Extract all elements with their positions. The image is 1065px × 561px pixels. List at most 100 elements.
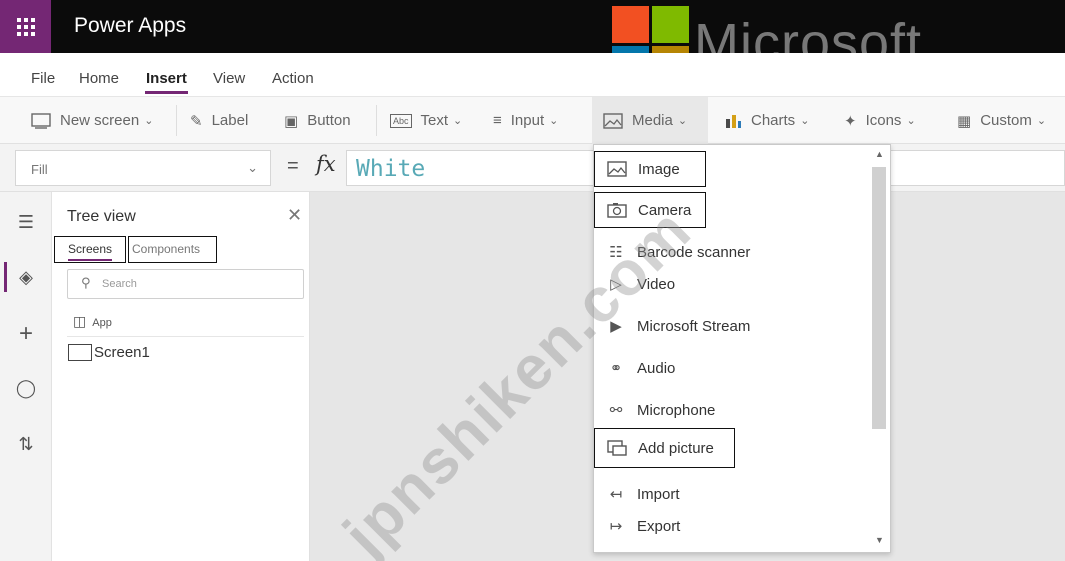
new-screen-icon: [31, 112, 51, 129]
menu-home[interactable]: Home: [79, 70, 119, 87]
logo-square-green: [652, 6, 689, 43]
screen-icon: [68, 344, 92, 361]
charts-button[interactable]: Charts ⌄: [724, 97, 809, 144]
equals-sign: =: [287, 155, 299, 177]
tree-divider: [67, 336, 304, 337]
camera-icon: [607, 203, 627, 218]
advanced-tools-icon[interactable]: ⇅: [0, 434, 52, 455]
button-label: Button: [307, 112, 351, 129]
media-item-microsoft-stream[interactable]: ▶ Microsoft Stream: [594, 308, 872, 344]
search-placeholder: Search: [102, 278, 137, 290]
chevron-down-icon: ⌄: [906, 115, 916, 127]
chevron-down-icon: ⌄: [144, 115, 154, 127]
media-item-label: Add picture: [638, 439, 714, 457]
data-cylinder-icon[interactable]: ◯: [0, 378, 52, 399]
search-icon: ⚲: [81, 275, 91, 290]
media-item-label: Video: [637, 275, 676, 293]
media-item-label: Export: [637, 517, 681, 535]
menu-view[interactable]: View: [213, 70, 245, 87]
media-item-import[interactable]: ↤ Import: [594, 476, 872, 512]
icons-gallery-icon: ✦: [844, 112, 857, 130]
tree-view-panel: Tree view ✕ Screens Components ⚲ Search …: [52, 192, 310, 561]
tree-app-label: App: [92, 317, 112, 329]
fx-icon: fx: [316, 152, 336, 176]
text-label: Text: [420, 112, 449, 129]
input-label: Input: [510, 112, 545, 129]
scroll-up-icon[interactable]: ▲: [875, 149, 884, 159]
media-item-add-picture[interactable]: Add picture: [594, 428, 735, 468]
input-button[interactable]: ≡ Input ⌄: [493, 97, 558, 144]
media-item-barcode-scanner[interactable]: ☷ Barcode scanner: [594, 234, 872, 270]
custom-component-icon: ▦: [957, 112, 972, 130]
tab-components[interactable]: Components: [128, 236, 217, 263]
microphone-icon: ⚯: [609, 402, 623, 419]
media-item-image[interactable]: Image: [594, 151, 706, 187]
media-item-label: Barcode scanner: [637, 243, 751, 261]
stream-icon: ▶: [610, 318, 622, 335]
insert-plus-icon[interactable]: +: [0, 320, 52, 348]
property-value: Fill: [31, 162, 48, 177]
media-item-label: Import: [637, 485, 680, 503]
image-icon: [607, 161, 627, 177]
menu-bar: File Home Insert View Action: [0, 53, 1065, 97]
button-cursor-icon: ▣: [284, 112, 299, 130]
label-label: Label: [211, 112, 249, 129]
new-screen-label: New screen: [60, 112, 140, 129]
add-picture-icon: [607, 440, 627, 456]
dropdown-scrollbar-thumb[interactable]: [872, 167, 886, 429]
close-icon[interactable]: ✕: [287, 205, 302, 226]
headphones-icon: ⚭: [609, 360, 623, 377]
media-dropdown-menu: ▲ Image Camera ☷ Barcode scanner ▷ Video…: [593, 144, 891, 553]
text-box-icon: Abc: [390, 113, 412, 128]
tree-screen1-label: Screen1: [94, 344, 150, 361]
tree-item-screen1[interactable]: Screen1: [68, 344, 150, 361]
icons-button[interactable]: ✦ Icons ⌄: [844, 97, 916, 144]
new-screen-button[interactable]: New screen ⌄: [31, 97, 153, 144]
tree-view-layers-icon[interactable]: ◈: [0, 267, 52, 288]
property-dropdown[interactable]: Fill ⌄: [15, 150, 271, 186]
tree-search-input[interactable]: ⚲ Search: [67, 269, 304, 299]
text-button[interactable]: Abc Text ⌄: [390, 97, 462, 144]
chevron-down-icon: ⌄: [247, 160, 258, 175]
media-button[interactable]: Media ⌄: [592, 97, 708, 144]
import-icon: ↤: [609, 486, 623, 503]
app-launcher-button[interactable]: [0, 0, 51, 53]
media-item-camera[interactable]: Camera: [594, 192, 706, 228]
media-label: Media: [632, 112, 673, 129]
label-edit-icon: ✎: [190, 112, 203, 130]
logo-square-red: [612, 6, 649, 43]
insert-ribbon: New screen ⌄ ✎ Label ▣ Button Abc Text ⌄…: [0, 97, 1065, 144]
button-button[interactable]: ▣ Button: [284, 97, 351, 144]
custom-button[interactable]: ▦ Custom ⌄: [957, 97, 1046, 144]
formula-bar: Fill ⌄ = fx White: [0, 144, 1065, 192]
chevron-down-icon: ⌄: [800, 115, 810, 127]
charts-label: Charts: [751, 112, 796, 129]
media-image-icon: [603, 112, 623, 129]
tree-item-app[interactable]: ◫ App: [73, 313, 112, 330]
barcode-icon: ☷: [609, 244, 623, 261]
tree-view-title: Tree view: [67, 208, 136, 225]
label-button[interactable]: ✎ Label: [190, 97, 248, 144]
scroll-down-icon[interactable]: ▼: [875, 535, 884, 545]
media-item-export[interactable]: ↦ Export: [594, 508, 872, 544]
hamburger-menu-icon[interactable]: ☰: [0, 212, 52, 233]
app-icon: ◫: [73, 313, 87, 329]
chevron-down-icon: ⌄: [453, 115, 463, 127]
chevron-down-icon: ⌄: [549, 115, 559, 127]
menu-file[interactable]: File: [31, 70, 55, 87]
media-item-label: Image: [638, 160, 680, 178]
waffle-icon: [16, 17, 35, 36]
menu-action[interactable]: Action: [272, 70, 314, 87]
ribbon-divider: [376, 105, 377, 136]
tab-screens[interactable]: Screens: [54, 236, 126, 263]
media-item-audio[interactable]: ⚭ Audio: [594, 350, 872, 386]
video-icon: ▷: [610, 276, 622, 293]
media-item-microphone[interactable]: ⚯ Microphone: [594, 392, 872, 428]
input-sliders-icon: ≡: [493, 112, 502, 129]
media-item-label: Audio: [637, 359, 676, 377]
charts-icon: [726, 114, 741, 128]
menu-insert[interactable]: Insert: [145, 70, 188, 94]
tab-screens-label: Screens: [68, 242, 113, 261]
media-item-label: Microsoft Stream: [637, 317, 751, 335]
media-item-video[interactable]: ▷ Video: [594, 266, 872, 302]
